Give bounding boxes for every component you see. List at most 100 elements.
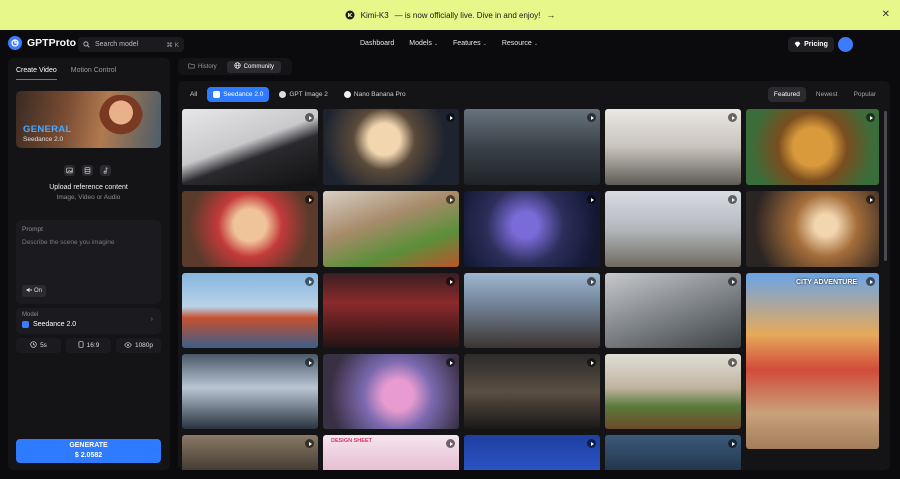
sound-toggle[interactable]: On (22, 285, 46, 297)
generate-button[interactable]: GENERATE $ 2.0582 (16, 439, 161, 463)
search-placeholder: Search model (95, 41, 139, 48)
filter-gpt-image[interactable]: GPT Image 2 (273, 87, 334, 102)
duration-select[interactable]: 5s (16, 338, 61, 353)
play-icon (446, 277, 455, 286)
logo-text: GPTProto (27, 37, 76, 49)
aspect-ratio-select[interactable]: 16:9 (66, 338, 111, 353)
play-icon (305, 358, 314, 367)
tab-community-label: Community (243, 63, 275, 70)
city-adventure-title: CITY ADVENTURE (796, 279, 858, 286)
logo-icon (8, 36, 22, 50)
play-icon (305, 277, 314, 286)
comic-title: DESIGN SHEET (331, 438, 372, 444)
play-icon (728, 195, 737, 204)
model-filters: All Seedance 2.0 GPT Image 2 Nano Banana… (184, 87, 412, 102)
video-card[interactable] (605, 354, 741, 429)
play-icon (587, 195, 596, 204)
aspect-ratio-icon (78, 341, 84, 350)
video-card[interactable] (605, 109, 741, 185)
video-card[interactable] (323, 354, 459, 429)
play-icon (866, 195, 875, 204)
hero-character-image (99, 95, 143, 145)
filter-seedance-label: Seedance 2.0 (223, 91, 264, 98)
community-gallery: All Seedance 2.0 GPT Image 2 Nano Banana… (178, 81, 890, 470)
tab-motion-control[interactable]: Motion Control (71, 67, 117, 80)
video-card[interactable] (182, 109, 318, 185)
eye-icon (124, 341, 132, 350)
aspect-ratio-value: 16:9 (86, 342, 100, 349)
play-icon (446, 439, 455, 448)
model-hero-card[interactable]: GENERAL Seedance 2.0 (16, 91, 161, 148)
announcement-banner[interactable]: Kimi-K3 — is now officially live. Dive i… (0, 0, 900, 30)
create-panel: Create Video Motion Control GENERAL Seed… (8, 58, 170, 470)
video-grid: DESIGN SHEET CITY ADVENTURE (182, 109, 879, 470)
pricing-button[interactable]: Pricing (788, 37, 834, 52)
filter-nano-banana[interactable]: Nano Banana Pro (338, 87, 412, 102)
banner-brand[interactable]: Kimi-K3 (361, 11, 389, 20)
upload-dropzone[interactable]: Upload reference content Image, Video or… (16, 155, 161, 211)
search-input[interactable]: Search model ⌘ K (78, 37, 184, 52)
menu-resource[interactable]: Resource ⌄ (502, 40, 538, 47)
filter-seedance[interactable]: Seedance 2.0 (207, 87, 270, 102)
sort-newest[interactable]: Newest (810, 87, 844, 102)
logo[interactable]: GPTProto (8, 36, 76, 50)
filter-gpt-image-label: GPT Image 2 (289, 91, 328, 98)
prompt-textarea[interactable]: Prompt Describe the scene you imagine On (16, 220, 161, 304)
hero-title: GENERAL (23, 124, 72, 135)
video-card[interactable] (464, 435, 600, 470)
video-card[interactable] (746, 109, 879, 185)
video-card[interactable] (605, 191, 741, 267)
model-selector[interactable]: Model Seedance 2.0 › (16, 308, 161, 334)
play-icon (728, 439, 737, 448)
close-icon[interactable]: ✕ (882, 9, 890, 20)
video-card[interactable] (605, 273, 741, 348)
menu-models[interactable]: Models ⌄ (409, 40, 438, 47)
video-icon (82, 165, 93, 176)
menu-dashboard[interactable]: Dashboard (360, 40, 394, 47)
play-icon (305, 439, 314, 448)
video-card[interactable] (464, 273, 600, 348)
upload-subtitle: Image, Video or Audio (56, 194, 121, 201)
filter-all[interactable]: All (184, 87, 203, 102)
tab-community[interactable]: Community (226, 60, 282, 73)
video-card[interactable]: DESIGN SHEET (323, 435, 459, 470)
menu-features[interactable]: Features ⌄ (453, 40, 487, 47)
video-card[interactable]: CITY ADVENTURE (746, 273, 879, 449)
video-card[interactable] (746, 191, 879, 267)
resolution-value: 1080p (134, 342, 154, 349)
image-icon (64, 165, 75, 176)
video-card[interactable] (464, 109, 600, 185)
tab-create-video[interactable]: Create Video (16, 67, 57, 80)
video-card[interactable] (605, 435, 741, 470)
resolution-select[interactable]: 1080p (116, 338, 161, 353)
hero-subtitle: Seedance 2.0 (23, 136, 64, 143)
gemini-icon (343, 91, 351, 98)
scrollbar[interactable] (884, 111, 887, 261)
video-card[interactable] (182, 435, 318, 470)
user-avatar[interactable] (838, 37, 853, 52)
play-icon (587, 277, 596, 286)
diamond-icon (794, 41, 801, 48)
video-card[interactable] (323, 109, 459, 185)
prompt-label: Prompt (22, 226, 43, 233)
play-icon (728, 113, 737, 122)
video-card[interactable] (323, 273, 459, 348)
tab-history[interactable]: History (181, 61, 224, 73)
video-card[interactable] (182, 191, 318, 267)
sort-popular[interactable]: Popular (848, 87, 882, 102)
sort-featured[interactable]: Featured (767, 87, 806, 102)
video-card[interactable] (182, 273, 318, 348)
play-icon (587, 358, 596, 367)
duration-value: 5s (40, 342, 47, 349)
video-card[interactable] (323, 191, 459, 267)
play-icon (305, 195, 314, 204)
video-card[interactable] (464, 191, 600, 267)
video-card[interactable] (464, 354, 600, 429)
openai-icon (279, 91, 287, 98)
generate-price: $ 2.0582 (74, 452, 103, 459)
video-card[interactable] (182, 354, 318, 429)
play-icon (866, 113, 875, 122)
arrow-right-icon[interactable]: → (546, 10, 555, 20)
upload-title: Upload reference content (49, 184, 128, 191)
audio-icon (100, 165, 111, 176)
